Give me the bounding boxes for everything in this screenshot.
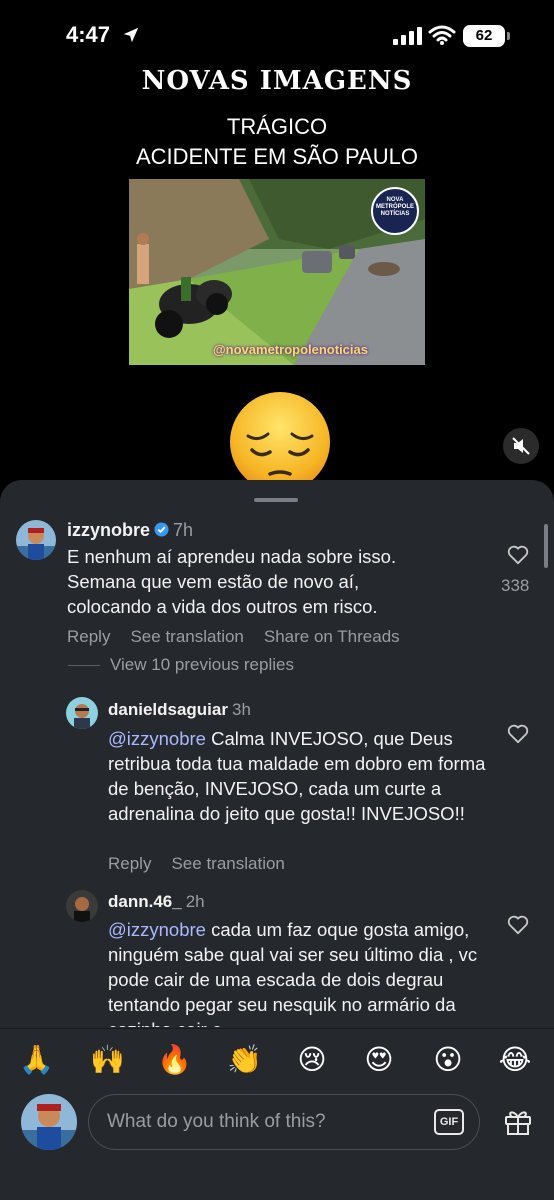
- speaker-muted-icon: [512, 437, 530, 455]
- mute-button[interactable]: [503, 428, 539, 464]
- reply-username[interactable]: danieldsaguiar 3h: [108, 700, 251, 720]
- emoji-raised-hands-button[interactable]: 🙌: [90, 1043, 125, 1077]
- battery-indicator: 62: [463, 25, 510, 47]
- scrollbar[interactable]: [544, 524, 548, 568]
- reply-time: 3h: [231, 700, 251, 719]
- status-time: 4:47: [66, 22, 111, 47]
- post-media[interactable]: NOVAS IMAGENS TRÁGICO ACIDENTE EM SÃO PA…: [0, 60, 554, 480]
- comment-input[interactable]: [88, 1094, 480, 1150]
- reply-text: @izzynobre Calma INVEJOSO, que Deus retr…: [108, 726, 488, 826]
- mention-link[interactable]: @izzynobre: [108, 919, 206, 940]
- emoji-laughing-button[interactable]: 😂: [498, 1043, 532, 1077]
- see-translation-button[interactable]: See translation: [130, 627, 243, 646]
- reply-button[interactable]: Reply: [108, 854, 151, 873]
- emoji-clap-button[interactable]: 👏: [227, 1043, 262, 1077]
- emoji-crying-button[interactable]: 😢: [295, 1043, 329, 1077]
- emoji-fire-button[interactable]: 🔥: [157, 1043, 192, 1077]
- reply-text: @izzynobre cada um faz oque gosta amigo,…: [108, 917, 488, 1027]
- emoji-quick-bar: 🙏 🙌 🔥 👏 😢 😍 😮 😂: [0, 1028, 554, 1096]
- comment-text: E nenhum aí aprendeu nada sobre isso. Se…: [67, 546, 397, 617]
- my-avatar: [21, 1094, 77, 1150]
- see-translation-button[interactable]: See translation: [171, 854, 284, 873]
- post-subtitle-line2: ACIDENTE EM SÃO PAULO: [136, 144, 418, 169]
- comment-composer: GIF: [0, 1088, 554, 1200]
- news-logo: NOVA METRÓPOLE NOTÍCIAS: [371, 187, 419, 235]
- reply-actions: Reply See translation: [108, 854, 305, 874]
- gif-button[interactable]: GIF: [434, 1109, 464, 1135]
- comment-time: 7h: [173, 520, 194, 540]
- reply-button[interactable]: Reply: [67, 627, 110, 646]
- accident-photo: NOVA METRÓPOLE NOTÍCIAS @novametropoleno…: [129, 179, 425, 365]
- reply-username[interactable]: dann.46_ 2h: [108, 892, 205, 912]
- heart-icon[interactable]: [507, 915, 529, 935]
- sheet-grabber[interactable]: [254, 498, 298, 502]
- username-text[interactable]: izzynobre: [67, 520, 150, 540]
- avatar[interactable]: [16, 520, 56, 560]
- emoji-heart-eyes-button[interactable]: 😍: [362, 1043, 396, 1077]
- like-count: 338: [501, 576, 530, 595]
- username-text[interactable]: danieldsaguiar: [108, 700, 228, 719]
- mention-link[interactable]: @izzynobre: [108, 728, 206, 749]
- avatar[interactable]: [66, 697, 98, 729]
- emoji-surprised-button[interactable]: 😮: [431, 1043, 465, 1077]
- heart-icon[interactable]: [507, 724, 529, 744]
- view-previous-replies-button[interactable]: View 10 previous replies: [68, 655, 294, 675]
- verified-badge-icon: [154, 522, 169, 537]
- gift-icon[interactable]: [503, 1106, 533, 1136]
- avatar[interactable]: [66, 890, 98, 922]
- wifi-icon: [428, 25, 456, 45]
- post-subtitle-line1: TRÁGICO: [226, 114, 328, 139]
- heart-icon[interactable]: [507, 545, 529, 565]
- cellular-signal-icon: [393, 27, 422, 45]
- emoji-pray-button[interactable]: 🙏: [19, 1043, 54, 1077]
- photo-watermark: @novametropolenoticias: [213, 342, 368, 357]
- comment-username[interactable]: izzynobre 7h: [67, 520, 193, 541]
- location-arrow-icon: [123, 27, 139, 43]
- comment-actions: Reply See translation Share on Threads: [67, 627, 420, 647]
- post-headline: NOVAS IMAGENS: [141, 66, 413, 94]
- reply-time: 2h: [185, 892, 205, 911]
- pensive-face-icon: [230, 392, 330, 480]
- share-on-threads-button[interactable]: Share on Threads: [264, 627, 400, 646]
- username-text[interactable]: dann.46_: [108, 892, 182, 911]
